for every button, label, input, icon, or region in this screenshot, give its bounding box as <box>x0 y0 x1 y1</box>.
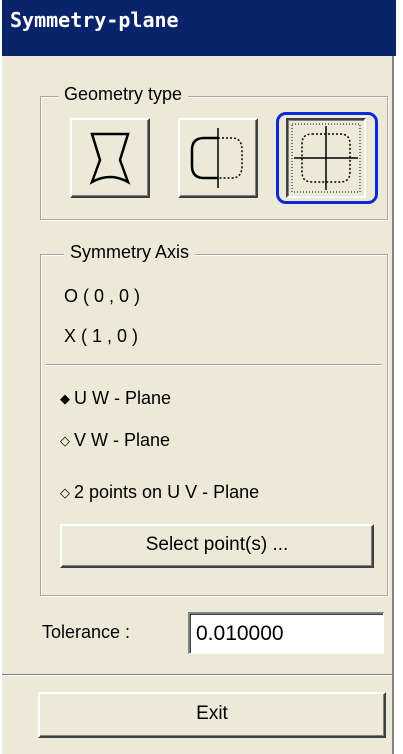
window-title: Symmetry-plane <box>10 8 179 32</box>
footer-divider <box>2 674 392 676</box>
x-axis-readout: X ( 1 , 0 ) <box>64 326 139 346</box>
radio-uw-plane[interactable]: ◆ U W - Plane <box>60 388 171 409</box>
symmetry-axis-legend: Symmetry Axis <box>64 242 196 263</box>
full-plane-cross-icon <box>291 123 361 193</box>
tolerance-input[interactable] <box>188 612 384 654</box>
radio-2-points-uv-plane[interactable]: ◇ 2 points on U V - Plane <box>60 482 259 503</box>
geometry-type-half-plane-button[interactable] <box>178 118 258 198</box>
title-bar: Symmetry-plane <box>2 0 396 56</box>
origin-readout: O ( 0 , 0 ) <box>64 286 141 306</box>
select-points-button[interactable]: Select point(s) ... <box>60 524 374 568</box>
radio-unselected-icon: ◇ <box>60 433 70 448</box>
radio-selected-icon: ◆ <box>60 391 70 406</box>
tolerance-label: Tolerance : <box>42 622 131 642</box>
radio-vw-plane-label: V W - Plane <box>74 430 171 450</box>
geometry-type-full-plane-button[interactable] <box>286 118 366 198</box>
half-profile-icon <box>89 132 131 185</box>
radio-uw-plane-label: U W - Plane <box>74 388 172 408</box>
symmetry-plane-panel: Symmetry-plane Geometry type Symmetry Ax… <box>0 0 396 754</box>
geometry-type-legend: Geometry type <box>58 84 189 105</box>
radio-2-points-label: 2 points on U V - Plane <box>74 482 260 502</box>
axis-divider <box>46 364 382 366</box>
exit-button[interactable]: Exit <box>38 692 386 738</box>
half-plane-axis-icon <box>190 128 243 188</box>
geometry-type-half-profile-button[interactable] <box>70 118 150 198</box>
radio-vw-plane[interactable]: ◇ V W - Plane <box>60 430 170 451</box>
radio-unselected-icon: ◇ <box>60 485 70 500</box>
